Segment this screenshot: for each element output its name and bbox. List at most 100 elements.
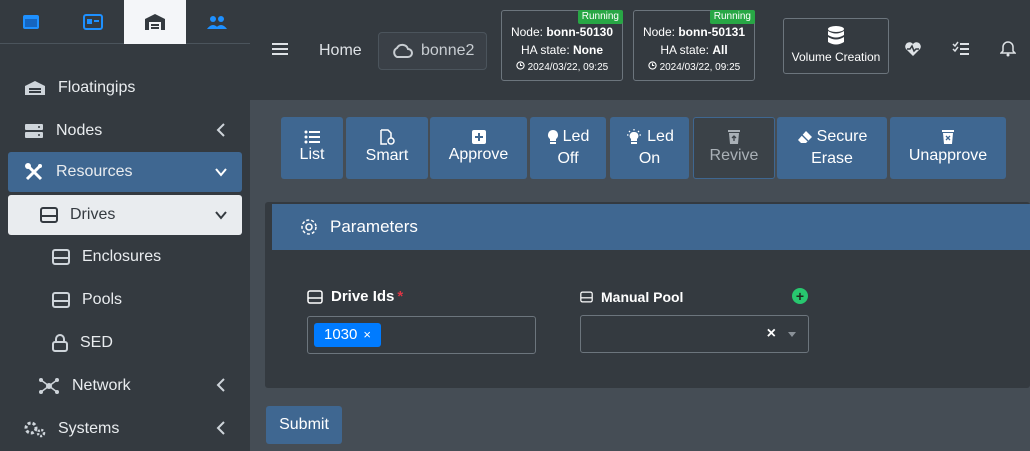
users-icon xyxy=(207,16,227,29)
led-on-label-2: On xyxy=(638,150,661,167)
action-toolbar: List Smart Approve Led Off Led On Revive… xyxy=(265,100,1030,192)
ha-state: None xyxy=(573,43,604,57)
remove-tag-icon[interactable]: × xyxy=(363,327,371,342)
submit-button[interactable]: Submit xyxy=(266,406,342,444)
sidebar-item-label: Systems xyxy=(58,419,120,437)
smart-button[interactable]: Smart xyxy=(346,117,428,179)
revive-label: Revive xyxy=(709,147,759,164)
hdd-icon xyxy=(52,248,70,265)
drive-ids-input[interactable]: 1030 × xyxy=(307,316,536,354)
revive-button[interactable]: Revive xyxy=(693,117,775,179)
id-card-icon xyxy=(83,14,103,30)
sidebar-item-floatingips[interactable]: Floatingips xyxy=(0,66,250,109)
unapprove-label: Unapprove xyxy=(908,147,988,164)
volume-creation-button[interactable]: Volume Creation xyxy=(783,18,889,74)
node-status-card[interactable]: Running Node: bonn-50130 HA state: None … xyxy=(501,10,623,81)
plus-square-icon xyxy=(471,130,486,144)
clock-icon xyxy=(648,61,657,70)
node-name-row: Node: bonn-50131 xyxy=(642,25,746,39)
list-button[interactable]: List xyxy=(281,117,343,179)
sidebar-item-label: Network xyxy=(72,376,131,394)
warehouse-icon xyxy=(25,80,45,95)
clear-selection-icon[interactable]: × xyxy=(767,325,776,343)
hdd-icon xyxy=(580,291,593,303)
trash-restore-icon xyxy=(728,130,740,144)
manual-pool-label: Manual Pool xyxy=(580,289,683,305)
home-link[interactable]: Home xyxy=(319,42,362,60)
manual-pool-select[interactable]: × xyxy=(580,315,809,353)
unapprove-button[interactable]: Unapprove xyxy=(890,117,1006,179)
ha-state-row: HA state: None xyxy=(520,43,604,57)
sidebar-item-sed[interactable]: SED xyxy=(0,321,250,364)
led-on-button[interactable]: Led On xyxy=(610,117,689,179)
sidebar-tabs xyxy=(0,0,250,44)
sidebar-item-label: Floatingips xyxy=(58,78,136,96)
timestamp: 2024/03/22, 09:25 xyxy=(659,62,741,73)
sidebar-item-pools[interactable]: Pools xyxy=(0,278,250,321)
secure-erase-button[interactable]: Secure Erase xyxy=(777,117,887,179)
drive-id-tag[interactable]: 1030 × xyxy=(314,323,381,347)
sidebar-item-resources[interactable]: Resources xyxy=(8,152,242,192)
chevron-down-icon xyxy=(215,211,227,220)
sidebar-tab-users[interactable] xyxy=(186,0,248,44)
timestamp-row: 2024/03/22, 09:25 xyxy=(634,59,754,77)
chevron-down-icon xyxy=(215,168,227,177)
sidebar-item-label: Enclosures xyxy=(82,247,162,265)
cluster-selector[interactable]: bonne2 xyxy=(378,32,487,70)
topbar: Home bonne2 Running Node: bonn-50130 HA … xyxy=(250,0,1030,100)
sidebar-tab-warehouse[interactable] xyxy=(124,0,186,44)
heartbeat-icon[interactable] xyxy=(904,41,922,57)
timestamp: 2024/03/22, 09:25 xyxy=(527,62,609,73)
list-label: List xyxy=(299,146,325,163)
secure-erase-row: Secure xyxy=(797,126,867,148)
lightbulb-on-icon xyxy=(627,129,642,144)
clock-icon xyxy=(516,61,525,70)
cogs-icon xyxy=(24,421,46,437)
parameters-title: Parameters xyxy=(330,217,418,236)
file-search-icon xyxy=(380,129,395,145)
drive-id-value: 1030 xyxy=(324,326,358,343)
server-icon xyxy=(25,123,43,138)
eraser-icon xyxy=(797,131,812,143)
sidebar-tab-idcard[interactable] xyxy=(62,0,124,44)
list-icon xyxy=(304,130,320,144)
led-on-row: Led xyxy=(625,126,674,148)
node-name: bonn-50131 xyxy=(678,25,746,39)
secure-erase-label-2: Erase xyxy=(811,150,853,167)
sidebar-item-network[interactable]: Network xyxy=(0,364,250,407)
trash-x-icon xyxy=(942,130,954,144)
smart-label: Smart xyxy=(365,147,409,164)
add-pool-icon[interactable]: + xyxy=(792,288,808,304)
sidebar-item-label: Nodes xyxy=(56,121,103,139)
hamburger-menu-icon[interactable] xyxy=(272,42,288,56)
gear-icon xyxy=(301,219,317,235)
sidebar-item-systems[interactable]: Systems xyxy=(0,407,250,450)
manual-pool-text: Manual Pool xyxy=(601,289,684,305)
chevron-left-icon xyxy=(216,123,225,137)
node-name-row: Node: bonn-50130 xyxy=(510,25,614,39)
database-icon xyxy=(828,26,844,45)
drive-ids-text: Drive Ids xyxy=(331,288,395,305)
sidebar-tab-window[interactable] xyxy=(0,0,62,44)
sidebar-item-enclosures[interactable]: Enclosures xyxy=(0,235,250,278)
led-off-button[interactable]: Led Off xyxy=(530,117,606,179)
node-name: bonn-50130 xyxy=(546,25,614,39)
tasks-icon[interactable] xyxy=(952,41,970,57)
bell-icon[interactable] xyxy=(1000,41,1016,57)
led-off-label-2: Off xyxy=(557,150,579,167)
ha-state: All xyxy=(712,43,728,57)
window-icon xyxy=(23,15,39,29)
hdd-icon xyxy=(307,289,323,304)
warehouse-icon xyxy=(145,14,165,30)
tools-icon xyxy=(25,163,43,181)
sidebar-item-drives[interactable]: Drives xyxy=(8,195,242,235)
hdd-icon xyxy=(52,291,70,308)
approve-button[interactable]: Approve xyxy=(430,117,527,179)
cluster-name: bonne2 xyxy=(421,42,475,59)
dropdown-caret-icon[interactable] xyxy=(788,332,796,337)
volume-creation-label: Volume Creation xyxy=(791,50,881,64)
node-status-card[interactable]: Running Node: bonn-50131 HA state: All 2… xyxy=(633,10,755,81)
status-badge: Running xyxy=(709,10,755,24)
sidebar-item-nodes[interactable]: Nodes xyxy=(0,109,250,152)
timestamp-row: 2024/03/22, 09:25 xyxy=(502,59,622,77)
